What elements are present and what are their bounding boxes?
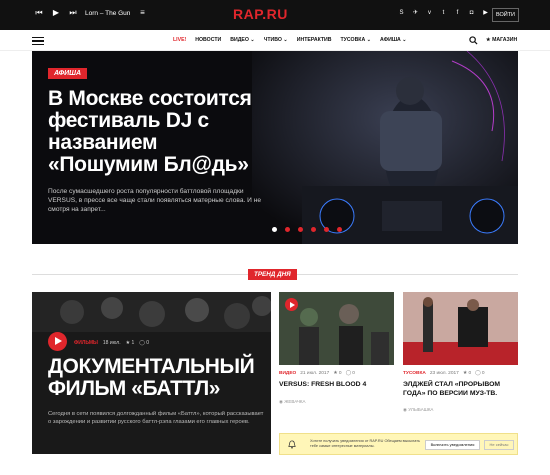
card-author: ◉ УЛЫБАШКА — [403, 407, 434, 412]
slider-dot[interactable] — [298, 227, 303, 232]
card-image — [403, 292, 518, 365]
nav-item-live[interactable]: LIVE! — [173, 37, 186, 43]
nav-item-events[interactable]: АФИША ⌄ — [380, 37, 407, 43]
instagram-icon[interactable]: ◘ — [468, 10, 475, 17]
top-bar: ⏮ ▶ ⏭ Lorn – The Gun ≡ RAP.RU S ✈ v t f … — [0, 0, 550, 30]
twitter-icon[interactable]: t — [440, 10, 447, 17]
comments-count: 0 — [352, 371, 355, 376]
nav-item-reading-label: ЧТИВО — [263, 37, 282, 43]
main-nav: LIVE! НОВОСТИ ВИДЕО ⌄ ЧТИВО ⌄ ИНТЕРАКТИВ… — [0, 30, 550, 51]
article-card[interactable]: ВИДЕО 21 июл. 2017 ★ 0 ◯ 0 VERSUS: FRESH… — [279, 292, 394, 405]
nav-item-party[interactable]: ТУСОВКА ⌄ — [341, 37, 372, 43]
nav-item-party-label: ТУСОВКА — [340, 37, 366, 43]
notification-text: Хотите получать уведомления от RAP.RU Об… — [310, 439, 420, 448]
slider-dot[interactable] — [272, 227, 277, 232]
shop-link[interactable]: ★ МАГАЗИН — [486, 37, 517, 43]
category-badge[interactable]: АФИША — [48, 68, 88, 79]
social-links: S ✈ v t f ◘ ▶ — [398, 10, 489, 17]
card-title[interactable]: VERSUS: FRESH BLOOD 4 — [279, 381, 394, 390]
now-playing: Lorn – The Gun — [85, 9, 131, 17]
later-button[interactable]: Не сейчас — [484, 440, 514, 450]
slider-dot[interactable] — [311, 227, 316, 232]
nav-item-video-label: ВИДЕО — [230, 37, 249, 43]
previous-track-icon[interactable]: ⏮ — [34, 8, 44, 18]
trend-badge: ТРЕНД ДНЯ — [248, 269, 297, 280]
likes-count: 0 — [338, 371, 342, 376]
playlist-icon[interactable]: ≡ — [137, 8, 147, 18]
hero-slider[interactable]: АФИША В Москве состоится фестиваль DJ с … — [32, 51, 518, 244]
card-likes: ★ 0 — [462, 371, 472, 376]
chevron-down-icon: ⌄ — [402, 37, 407, 43]
enable-notifications-button[interactable]: Включить уведомления — [425, 440, 480, 450]
featured-card[interactable]: ФИЛЬМЫ 18 июл. ★ 1 ◯ 0 ДОКУМЕНТАЛЬНЫЙ ФИ… — [32, 292, 271, 454]
slider-dots — [272, 227, 342, 232]
menu-icon[interactable] — [32, 37, 44, 46]
skype-icon[interactable]: S — [398, 10, 405, 17]
nav-item-interactive[interactable]: ИНТЕРАКТИВ — [297, 37, 332, 43]
card-meta: ТУСОВКА 23 июл. 2017 ★ 0 ◯ 0 — [403, 371, 518, 376]
search-icon[interactable] — [469, 36, 478, 45]
card-author: ◉ ЖЕВАЧКА — [279, 398, 306, 404]
nav-item-news[interactable]: НОВОСТИ — [195, 37, 221, 43]
likes-count: 0 — [468, 371, 472, 376]
card-meta: ФИЛЬМЫ 18 июл. ★ 1 ◯ 0 — [74, 340, 149, 346]
login-button[interactable]: ВОЙТИ — [492, 8, 519, 22]
telegram-icon[interactable]: ✈ — [412, 10, 419, 17]
card-likes: ★ 0 — [333, 371, 342, 376]
author-name[interactable]: ЖЕВАЧКА — [284, 399, 305, 404]
slider-dot[interactable] — [337, 227, 342, 232]
slider-dot[interactable] — [285, 227, 290, 232]
notification-prompt: Хотите получать уведомления от RAP.RU Об… — [279, 433, 518, 455]
chevron-down-icon: ⌄ — [366, 37, 372, 43]
comments-count: 0 — [481, 371, 485, 376]
chevron-down-icon: ⌄ — [250, 37, 255, 43]
card-likes: ★ 1 — [125, 340, 135, 346]
nav-item-video[interactable]: ВИДЕО ⌄ — [230, 37, 254, 43]
comments-count: 0 — [146, 340, 150, 346]
card-title[interactable]: ДОКУМЕНТАЛЬНЫЙ ФИЛЬМ «БАТТЛ» — [48, 356, 268, 400]
next-track-icon[interactable]: ⏭ — [68, 8, 78, 18]
nav-item-events-label: АФИША — [380, 37, 401, 43]
play-icon[interactable]: ▶ — [51, 8, 61, 18]
play-icon[interactable] — [285, 298, 298, 311]
card-lead: Сегодня в сети появился долгожданный фил… — [48, 411, 264, 425]
card-comments: ◯ 0 — [139, 340, 150, 346]
card-meta: ВИДЕО 21 июл. 2017 ★ 0 ◯ 0 — [279, 371, 394, 376]
card-comments: ◯ 0 — [475, 371, 485, 376]
card-date: 18 июл. — [102, 340, 121, 346]
card-image-art — [403, 292, 518, 365]
nav-item-reading[interactable]: ЧТИВО ⌄ — [264, 37, 288, 43]
slider-dot[interactable] — [324, 227, 329, 232]
author-name[interactable]: УЛЫБАШКА — [408, 407, 433, 412]
card-date: 23 июл. 2017 — [429, 371, 459, 376]
article-card[interactable]: ТУСОВКА 23 июл. 2017 ★ 0 ◯ 0 ЭЛДЖЕЙ СТАЛ… — [403, 292, 518, 413]
card-title[interactable]: ЭЛДЖЕЙ СТАЛ «ПРОРЫВОМ ГОДА» ПО ВЕРСИИ МУ… — [403, 381, 518, 398]
site-logo[interactable]: RAP.RU — [233, 6, 288, 22]
audio-player: ⏮ ▶ ⏭ Lorn – The Gun ≡ — [34, 8, 147, 18]
facebook-icon[interactable]: f — [454, 10, 461, 17]
card-category[interactable]: ВИДЕО — [279, 371, 296, 376]
card-image — [279, 292, 394, 365]
card-date: 21 июл. 2017 — [300, 371, 330, 376]
play-icon[interactable] — [48, 332, 67, 351]
card-comments: ◯ 0 — [345, 371, 355, 376]
chevron-down-icon: ⌄ — [283, 37, 288, 43]
hero-image — [252, 51, 518, 244]
card-category[interactable]: ТУСОВКА — [403, 371, 426, 376]
card-category[interactable]: ФИЛЬМЫ — [74, 340, 98, 346]
youtube-icon[interactable]: ▶ — [482, 10, 489, 17]
vk-icon[interactable]: v — [426, 10, 433, 17]
shop-label: МАГАЗИН — [492, 37, 518, 43]
hero-title[interactable]: В Москве состоится фестиваль DJ с назван… — [48, 88, 258, 176]
hero-lead: После сумасшедшего роста популярности ба… — [48, 188, 262, 213]
bell-icon — [288, 440, 296, 449]
likes-count: 1 — [131, 340, 135, 346]
nav-menu: LIVE! НОВОСТИ ВИДЕО ⌄ ЧТИВО ⌄ ИНТЕРАКТИВ… — [173, 37, 407, 43]
star-icon: ★ — [486, 37, 491, 43]
